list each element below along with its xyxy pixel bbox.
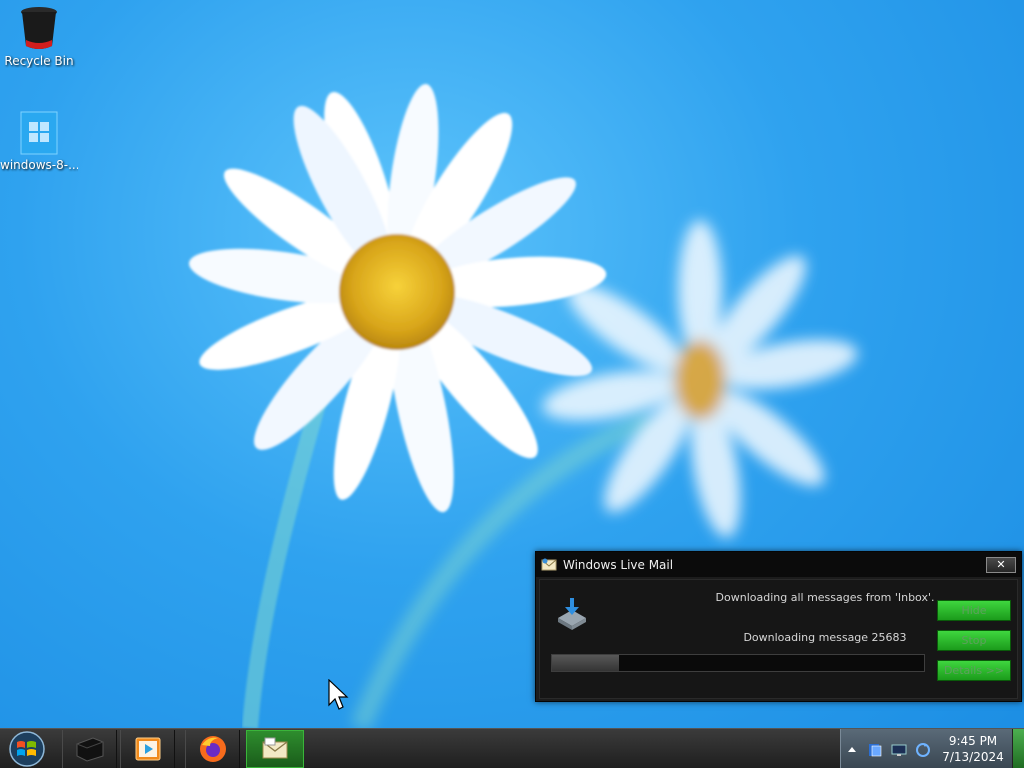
- close-button[interactable]: ✕: [986, 557, 1016, 573]
- taskbar-item-media-player[interactable]: [120, 730, 175, 768]
- firefox-icon: [199, 736, 226, 762]
- download-dialog: Windows Live Mail ✕ Downloading all mess…: [535, 551, 1022, 702]
- clock-time[interactable]: 9:45 PM: [937, 734, 1009, 748]
- desktop: Recycle Bin windows-8-... Windows Live M…: [0, 0, 1024, 728]
- start-orb-icon: [9, 731, 45, 767]
- desktop-icon-label: Recycle Bin: [4, 54, 74, 68]
- mouse-cursor-icon: [328, 679, 349, 710]
- sync-icon[interactable]: [915, 742, 931, 758]
- clock-date[interactable]: 7/13/2024: [937, 750, 1009, 764]
- start-button[interactable]: [4, 730, 52, 768]
- taskbar-item-black-app[interactable]: [62, 730, 117, 768]
- tray-app-icon[interactable]: [867, 742, 883, 758]
- desktop-icon-recycle-bin[interactable]: Recycle Bin: [0, 6, 78, 68]
- download-inbox-icon: [558, 598, 586, 630]
- show-desktop-button[interactable]: [1012, 729, 1024, 768]
- desktop-icon-windows-8[interactable]: windows-8-...: [0, 110, 78, 172]
- show-hidden-icons-arrow-icon[interactable]: [847, 745, 857, 753]
- windows-logo-icon: [20, 111, 58, 155]
- stop-button[interactable]: Stop: [937, 630, 1011, 651]
- details-button[interactable]: Details >>: [937, 660, 1011, 681]
- hide-button[interactable]: Hide: [937, 600, 1011, 621]
- windows-live-mail-icon: [262, 737, 288, 759]
- desktop-icon-label: windows-8-...: [0, 158, 78, 172]
- download-progress-fill: [552, 655, 619, 671]
- network-icon[interactable]: [891, 742, 907, 758]
- media-player-icon: [135, 737, 160, 761]
- download-progress-bar: [551, 654, 925, 672]
- black-app-icon: [76, 737, 103, 762]
- dialog-titlebar[interactable]: Windows Live Mail: [536, 552, 1021, 577]
- recycle-bin-icon: [21, 7, 57, 49]
- dialog-title: Windows Live Mail: [563, 557, 674, 572]
- dialog-body: Downloading all messages from 'Inbox'. D…: [539, 579, 1018, 699]
- taskbar: 9:45 PM 7/13/2024: [0, 728, 1024, 768]
- taskbar-item-windows-live-mail[interactable]: [246, 730, 304, 768]
- windows-live-mail-icon: [541, 558, 557, 570]
- system-tray: 9:45 PM 7/13/2024: [840, 729, 1012, 768]
- taskbar-item-firefox[interactable]: [185, 730, 240, 768]
